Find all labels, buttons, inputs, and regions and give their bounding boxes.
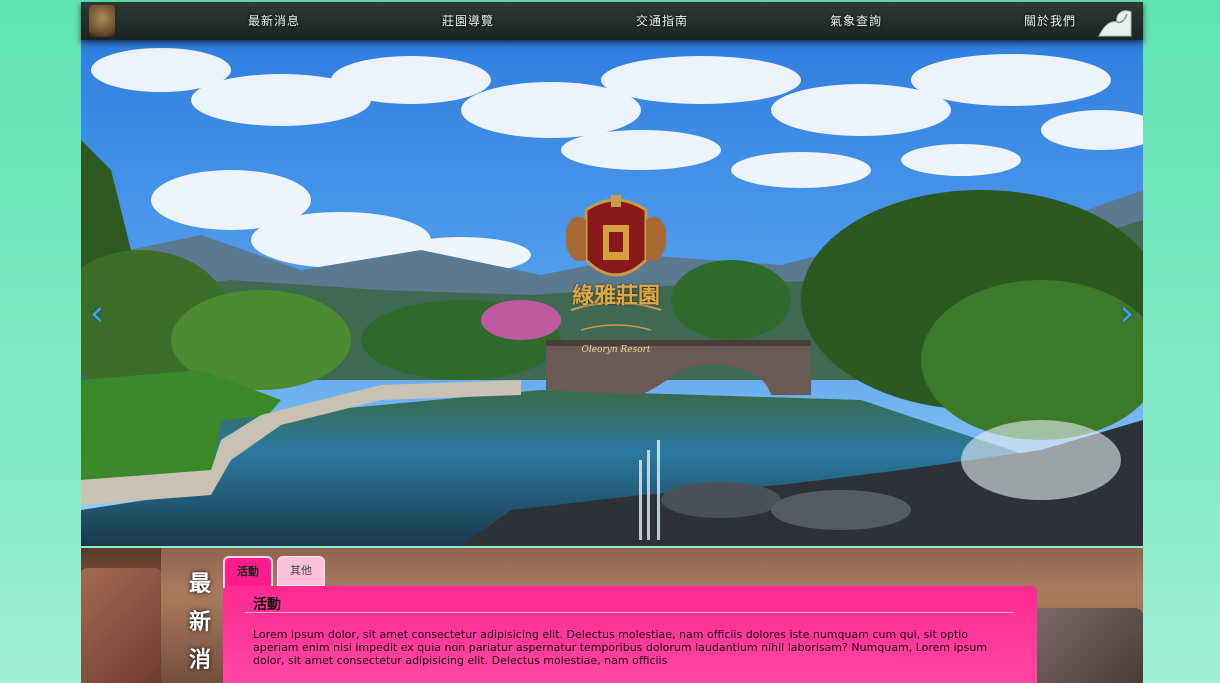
carousel-prev-button[interactable]: ‹ [85,296,109,332]
tab-other[interactable]: 其他 [277,556,325,586]
news-vertical-title: 最 新 消 [185,566,215,680]
news-panel: 活動 Lorem ipsum dolor, sit amet consectet… [223,586,1037,683]
nav-item-traffic[interactable]: 交通指南 [565,2,759,40]
hero-carousel: 綠雅莊園 Oleoryn Resort ‹ › [81,40,1143,546]
news-title-char: 消 [188,648,211,673]
carousel-next-button[interactable]: › [1115,296,1139,332]
news-bg-rock [1033,608,1143,683]
tab-activity[interactable]: 活動 [223,556,273,588]
crest-title: 綠雅莊園 [571,283,660,309]
panel-divider [245,612,1015,613]
nav-item-tour[interactable]: 莊園導覽 [371,2,565,40]
news-title-char: 新 [188,610,211,635]
news-section: 最 新 消 活動 其他 活動 Lorem ipsum dolor, sit am… [81,548,1143,683]
top-nav: 最新消息 莊園導覽 交通指南 氣象查詢 關於我們 [81,2,1143,40]
news-title-char: 最 [188,572,211,597]
nav-item-weather[interactable]: 氣象查詢 [759,2,953,40]
page-container: 最新消息 莊園導覽 交通指南 氣象查詢 關於我們 綠雅莊園 Oleoryn Re… [81,0,1143,683]
news-tabs: 活動 其他 [223,556,325,588]
panel-heading: 活動 [253,597,281,613]
nav-links: 最新消息 莊園導覽 交通指南 氣象查詢 關於我們 [177,2,1147,40]
corner-decor-icon [1098,10,1132,37]
crest-subtitle: Oleoryn Resort [581,345,651,355]
site-logo[interactable] [89,5,115,37]
news-bg-stone [81,568,161,683]
nav-item-news[interactable]: 最新消息 [177,2,371,40]
resort-crest-icon [566,195,666,331]
panel-body-text: Lorem ipsum dolor, sit amet consectetur … [253,628,988,667]
